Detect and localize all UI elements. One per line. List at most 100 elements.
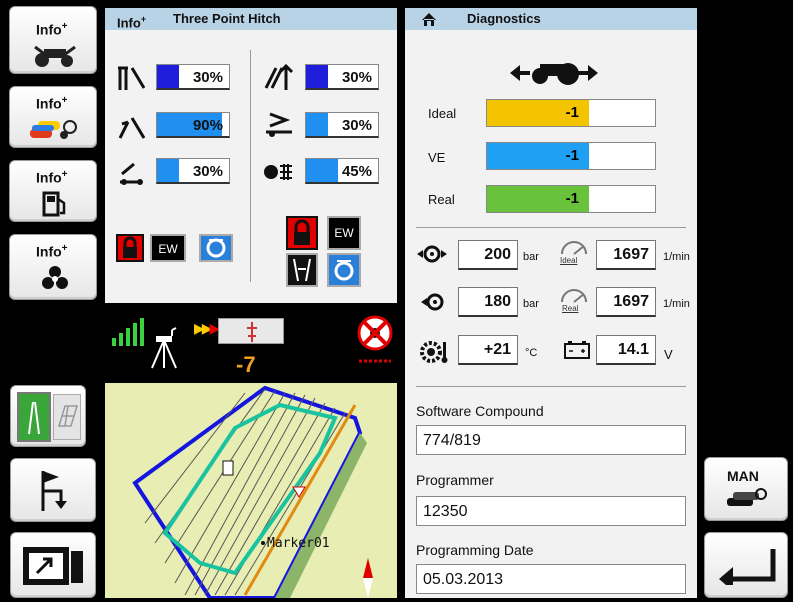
ew-button-right[interactable]: EW [327,216,361,250]
implement-icon [30,120,77,139]
lift-height-icon [118,66,146,90]
transmission-info-label: Info+ [36,243,68,260]
signal-strength-icon [112,318,144,346]
pressure-1-value: 200 [458,240,518,270]
slip-control-bar: 30% [305,112,379,138]
draft-control-bar: 30% [156,158,230,184]
rpm-ideal-value: 1697 [596,240,656,270]
upper-limit-bar: 30% [305,64,379,90]
offset-value: -7 [236,352,256,377]
float-button-left[interactable] [199,234,233,262]
diag-label-ideal: Ideal [428,106,457,121]
battery-icon [564,341,590,359]
guidance-view-button[interactable] [10,385,86,447]
engine-speed-value: 45% [341,163,372,180]
implement-info-button[interactable]: Info+ [9,86,97,148]
pressure-1-unit: bar [523,251,539,263]
voltage-value: 14.1 [596,335,656,365]
rpm-real-tag: Real [562,304,579,313]
engine-speed-icon [264,164,292,180]
temperature-unit: °C [525,347,538,359]
lowering-speed-icon [118,117,146,139]
flag-turn-icon [41,471,67,511]
direction-arrows-icon: ▶▶▶ [194,320,220,336]
diag-bar-real: -1 [486,185,656,213]
upper-limit-icon [264,63,294,90]
gear-icon [42,266,68,289]
lock-icon [123,236,137,258]
slip-control-value: 30% [341,117,372,134]
marker-label: Marker01 [267,536,330,551]
manual-mode-label: MAN [727,468,759,484]
field-map-graphic [132,385,373,598]
lock-icon-right [294,219,310,245]
headland-turn-button[interactable] [10,458,96,522]
draft-control-value: 30% [192,163,223,180]
lift-height-value: 30% [192,69,223,86]
rtk-tripod-icon [151,327,177,369]
damping-button[interactable] [286,253,318,287]
offset-indicator [218,318,284,344]
lowering-speed-value: 90% [192,117,223,134]
hydraulic-pressure-2-icon [421,293,444,311]
rpm-ideal-unit: 1/min [663,251,690,263]
fuel-info-button[interactable]: Info+ [9,160,97,222]
float-icon [206,238,226,258]
diagnostics-title: Diagnostics [467,11,541,26]
guidance-map[interactable]: Marker01 [105,383,397,598]
rpm-real-icon: Real [560,288,588,316]
rpm-real-value: 1697 [596,287,656,317]
tractor-front-rear-icon [510,63,598,85]
pressure-2-unit: bar [523,298,539,310]
rpm-ideal-tag: Ideal [560,256,578,265]
steering-disabled-icon[interactable] [355,313,395,367]
software-compound-label: Software Compound [416,403,544,419]
damping-icon [293,258,311,282]
display-switch-icon [23,547,83,585]
diag-bar-ideal: -1 [486,99,656,127]
diagnostics-header: Diagnostics [405,8,697,30]
hitch-divider [250,50,251,282]
draft-control-icon [120,162,143,185]
home-icon[interactable] [421,12,437,27]
implement-info-label: Info+ [36,95,68,112]
diag-bar-ve: -1 [486,142,656,170]
diag-label-real: Real [428,192,455,207]
rpm-real-unit: 1/min [663,298,690,310]
diag-value-ve: -1 [565,147,579,164]
temperature-value: +21 [458,335,518,365]
programming-date-value: 05.03.2013 [416,564,686,594]
hitch-lock-button-left[interactable] [116,234,144,262]
diag-value-ideal: -1 [565,104,579,121]
fuel-pump-icon [42,191,66,217]
lift-height-bar: 30% [156,64,230,90]
hitch-panel-info: Info+ [117,14,147,31]
pressure-2-value: 180 [458,287,518,317]
hitch-panel-header: Info+ Three Point Hitch [105,8,397,30]
engine-speed-bar: 45% [305,158,379,184]
float-icon-right [334,260,354,281]
tractor-hitch-icon [34,45,76,67]
hitch-lock-button-right[interactable] [286,216,318,250]
manual-mode-button[interactable]: MAN [704,457,788,521]
diag-divider-2 [416,386,686,387]
software-compound-value: 774/819 [416,425,686,455]
back-button[interactable] [704,532,788,598]
screen-switch-button[interactable] [10,532,96,598]
manual-gear-icon [727,488,767,506]
float-button-right[interactable] [327,253,361,287]
ew-button-left[interactable]: EW [150,234,186,262]
hitch-info-label: Info+ [36,21,68,38]
hitch-info-button[interactable]: Info+ [9,6,97,74]
tractor-offset-icon [247,322,257,342]
oil-temperature-icon [420,341,448,363]
lane-icon [28,401,40,435]
voltage-unit: V [664,347,673,362]
grid-icon [57,405,79,427]
upper-limit-value: 30% [341,69,372,86]
terminal-screen: Info+ Info+ Info+ Info+ Info+ Three Poin… [0,0,793,602]
programmer-value: 12350 [416,496,686,526]
fuel-info-label: Info+ [36,169,68,186]
diag-divider-1 [416,227,686,228]
transmission-info-button[interactable]: Info+ [9,234,97,300]
